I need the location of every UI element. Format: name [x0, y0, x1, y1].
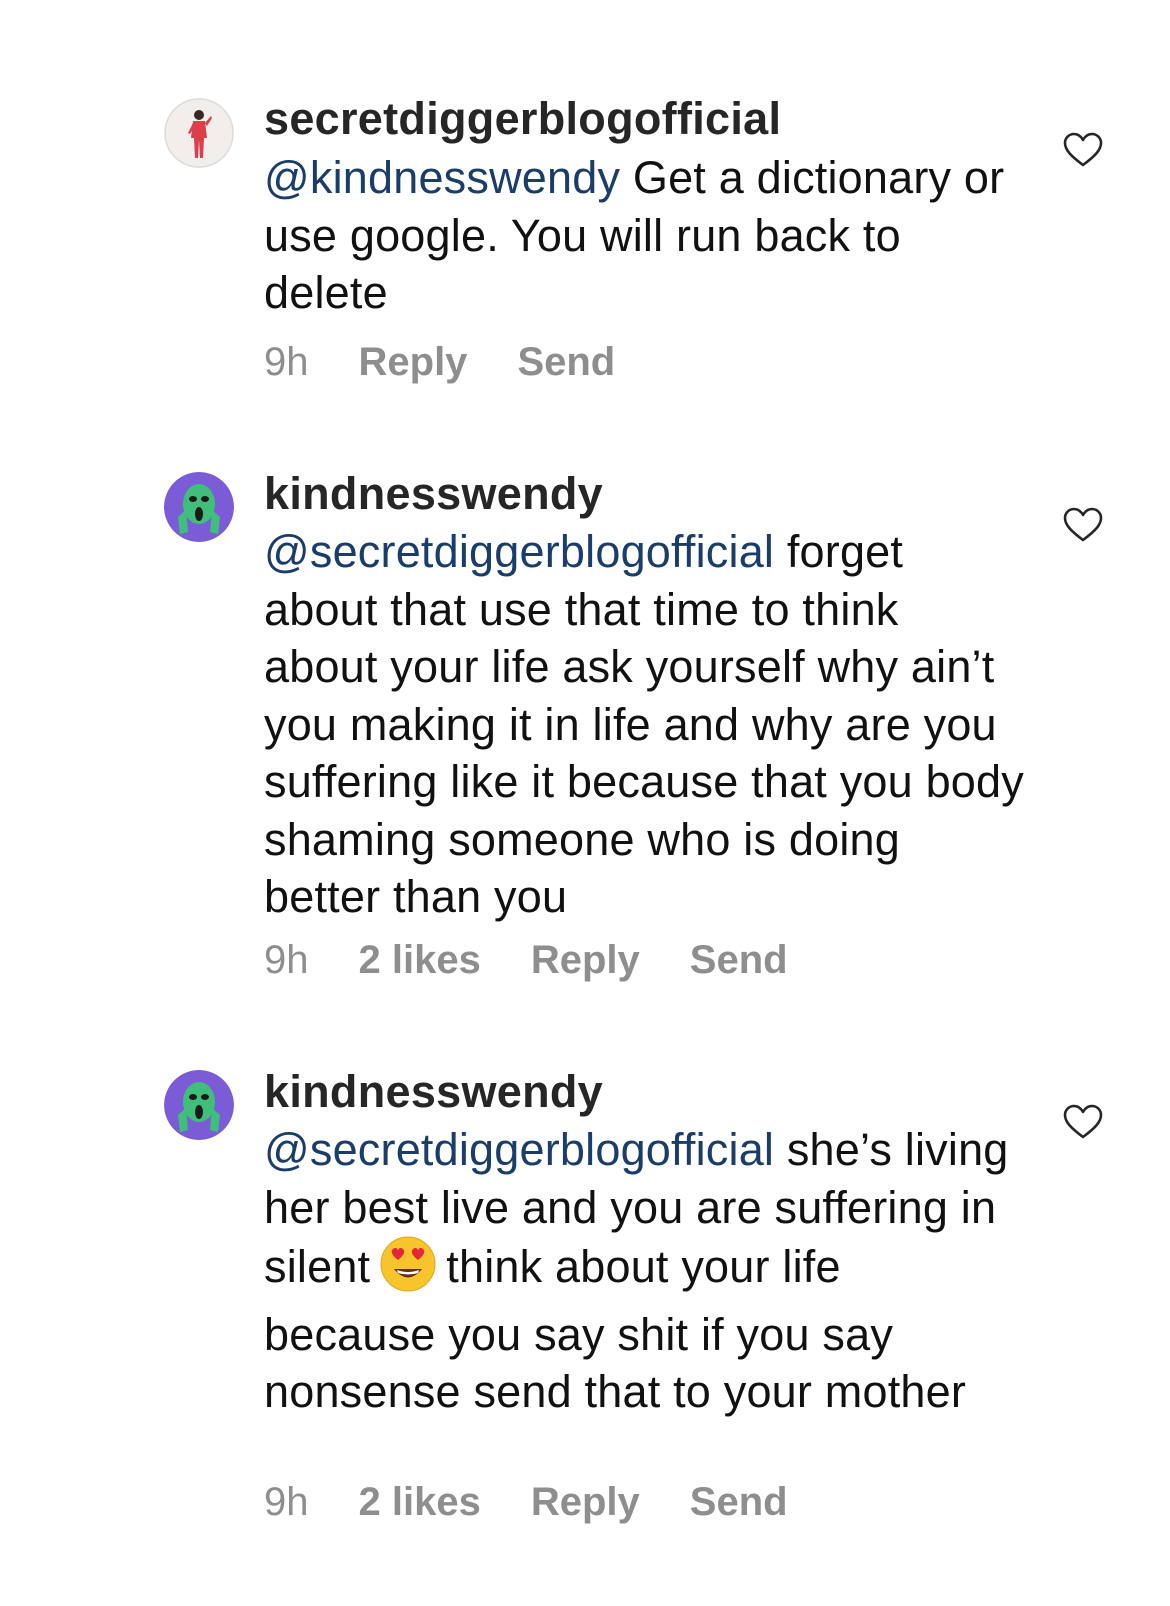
comment-text: @kindnesswendy Get a dictionary or use g… — [264, 149, 1024, 322]
send-button[interactable]: Send — [690, 938, 788, 983]
mention-link[interactable]: @kindnesswendy — [264, 152, 620, 203]
comment-username[interactable]: kindnesswendy — [264, 1066, 603, 1118]
comment-body: forget about that use that time to think… — [264, 526, 1024, 922]
comment-username[interactable]: secretdiggerblogofficial — [264, 93, 781, 145]
comment-time: 9h — [264, 340, 309, 384]
like-heart-icon[interactable] — [1063, 132, 1103, 168]
avatar[interactable] — [164, 472, 234, 542]
comment-text: @secretdiggerblogofficial forget about t… — [264, 523, 1024, 926]
comment-meta: 9h Reply Send — [264, 340, 615, 385]
comment-time: 9h — [264, 1480, 309, 1524]
likes-count[interactable]: 2 likes — [359, 1480, 481, 1525]
avatar[interactable] — [164, 1070, 234, 1140]
user-avatar-icon — [164, 98, 234, 168]
heart-eyes-emoji-icon — [380, 1236, 436, 1306]
mention-link[interactable]: @secretdiggerblogofficial — [264, 526, 774, 577]
comment-text: @secretdiggerblogofficial she’s living h… — [264, 1121, 1024, 1421]
comment-meta: 9h 2 likes Reply Send — [264, 1480, 788, 1525]
user-avatar-icon — [164, 1070, 234, 1140]
reply-button[interactable]: Reply — [359, 340, 468, 385]
likes-count[interactable]: 2 likes — [359, 938, 481, 983]
comment-meta: 9h 2 likes Reply Send — [264, 938, 788, 983]
send-button[interactable]: Send — [690, 1480, 788, 1525]
previous-comment-meta-cropped: — — — — — — — — — — — — [258, 0, 789, 12]
reply-button[interactable]: Reply — [531, 1480, 640, 1525]
send-button[interactable]: Send — [517, 340, 615, 385]
user-avatar-icon — [164, 472, 234, 542]
like-heart-icon[interactable] — [1063, 507, 1103, 543]
avatar[interactable] — [164, 98, 234, 168]
like-heart-icon[interactable] — [1063, 1104, 1103, 1140]
comment-username[interactable]: kindnesswendy — [264, 468, 603, 520]
reply-button[interactable]: Reply — [531, 938, 640, 983]
mention-link[interactable]: @secretdiggerblogofficial — [264, 1124, 774, 1175]
comment-time: 9h — [264, 938, 309, 982]
